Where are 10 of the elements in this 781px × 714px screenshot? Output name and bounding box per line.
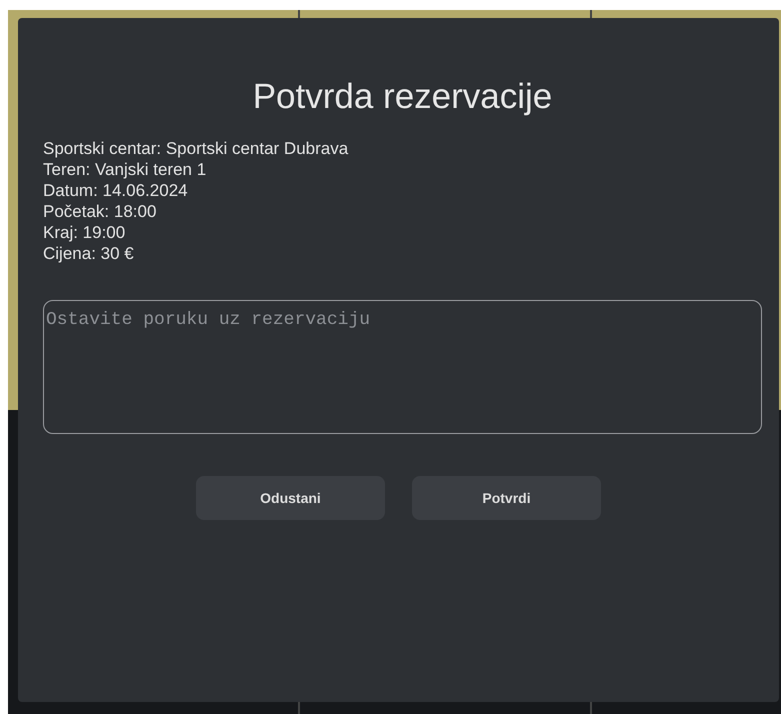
confirm-button[interactable]: Potvrdi [412, 476, 601, 520]
cancel-button[interactable]: Odustani [196, 476, 385, 520]
message-field[interactable]: Ostavite poruku uz rezervaciju [43, 300, 762, 434]
detail-line: Sportski centar: Sportski centar Dubrava [43, 138, 350, 159]
dialog-title: Potvrda rezervacije [252, 76, 554, 118]
detail-line: Teren: Vanjski teren 1 [43, 159, 208, 180]
detail-line: Početak: 18:00 [43, 201, 158, 222]
detail-line: Kraj: 19:00 [43, 222, 126, 243]
detail-line: Cijena: 30 € [43, 243, 135, 264]
detail-line: Datum: 14.06.2024 [43, 180, 189, 201]
